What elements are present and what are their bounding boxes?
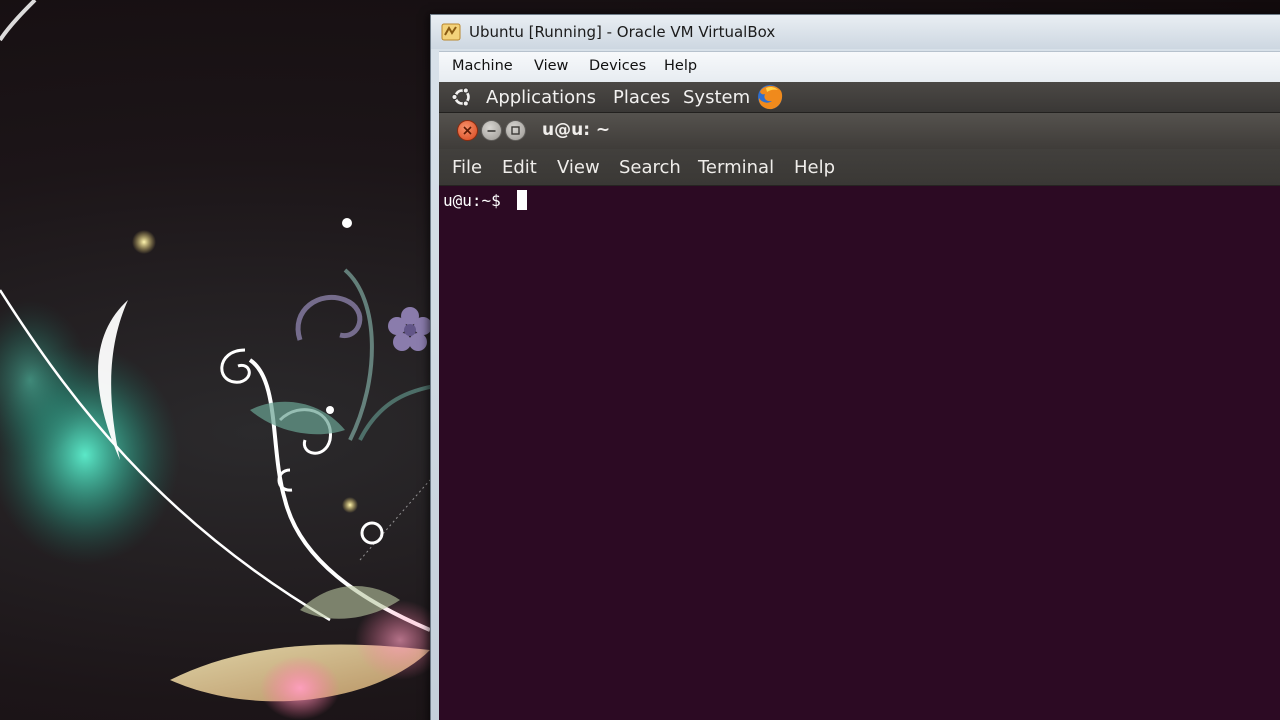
panel-menu-system[interactable]: System bbox=[683, 87, 750, 108]
text-cursor bbox=[517, 190, 527, 210]
virtualbox-app-icon bbox=[441, 23, 461, 41]
terminal-window-title: u@u: ~ bbox=[542, 120, 611, 140]
terminal-menu-search[interactable]: Search bbox=[619, 157, 681, 178]
virtualbox-window-title: Ubuntu [Running] - Oracle VM VirtualBox bbox=[469, 23, 776, 41]
vbox-menu-machine[interactable]: Machine bbox=[452, 58, 513, 74]
host-desktop: Ubuntu [Running] - Oracle VM VirtualBox … bbox=[0, 0, 1280, 720]
virtualbox-window: Ubuntu [Running] - Oracle VM VirtualBox … bbox=[430, 14, 1280, 720]
terminal-menu-file[interactable]: File bbox=[452, 157, 482, 178]
vbox-menu-help[interactable]: Help bbox=[664, 58, 697, 74]
desktop-wallpaper bbox=[0, 0, 440, 720]
minimize-button[interactable] bbox=[481, 120, 502, 141]
panel-menu-places[interactable]: Places bbox=[613, 87, 670, 108]
vbox-menu-devices[interactable]: Devices bbox=[589, 58, 646, 74]
maximize-button[interactable] bbox=[505, 120, 526, 141]
terminal-menu-terminal[interactable]: Terminal bbox=[698, 157, 774, 178]
gnome-top-panel: Applications Places System bbox=[439, 82, 1280, 113]
terminal-window: u@u: ~ File Edit View Search Terminal He… bbox=[439, 113, 1280, 720]
terminal-output-area[interactable]: u@u:~$ bbox=[439, 186, 1280, 720]
guest-display[interactable]: Applications Places System u@u: ~ File E… bbox=[439, 82, 1280, 720]
virtualbox-menubar: Machine View Devices Help bbox=[439, 51, 1280, 83]
firefox-icon[interactable] bbox=[754, 82, 786, 112]
terminal-menu-view[interactable]: View bbox=[557, 157, 600, 178]
terminal-titlebar[interactable]: u@u: ~ bbox=[439, 113, 1280, 149]
panel-menu-applications[interactable]: Applications bbox=[486, 87, 596, 108]
close-button[interactable] bbox=[457, 120, 478, 141]
terminal-menubar: File Edit View Search Terminal Help bbox=[439, 149, 1280, 186]
terminal-menu-edit[interactable]: Edit bbox=[502, 157, 537, 178]
terminal-menu-help[interactable]: Help bbox=[794, 157, 835, 178]
virtualbox-titlebar[interactable]: Ubuntu [Running] - Oracle VM VirtualBox bbox=[431, 15, 1280, 49]
shell-prompt: u@u:~$ bbox=[443, 191, 511, 210]
vbox-menu-view[interactable]: View bbox=[534, 58, 568, 74]
close-icon bbox=[463, 126, 472, 135]
maximize-icon bbox=[511, 126, 520, 135]
minimize-icon bbox=[487, 130, 496, 132]
ubuntu-logo-icon[interactable] bbox=[451, 86, 473, 108]
